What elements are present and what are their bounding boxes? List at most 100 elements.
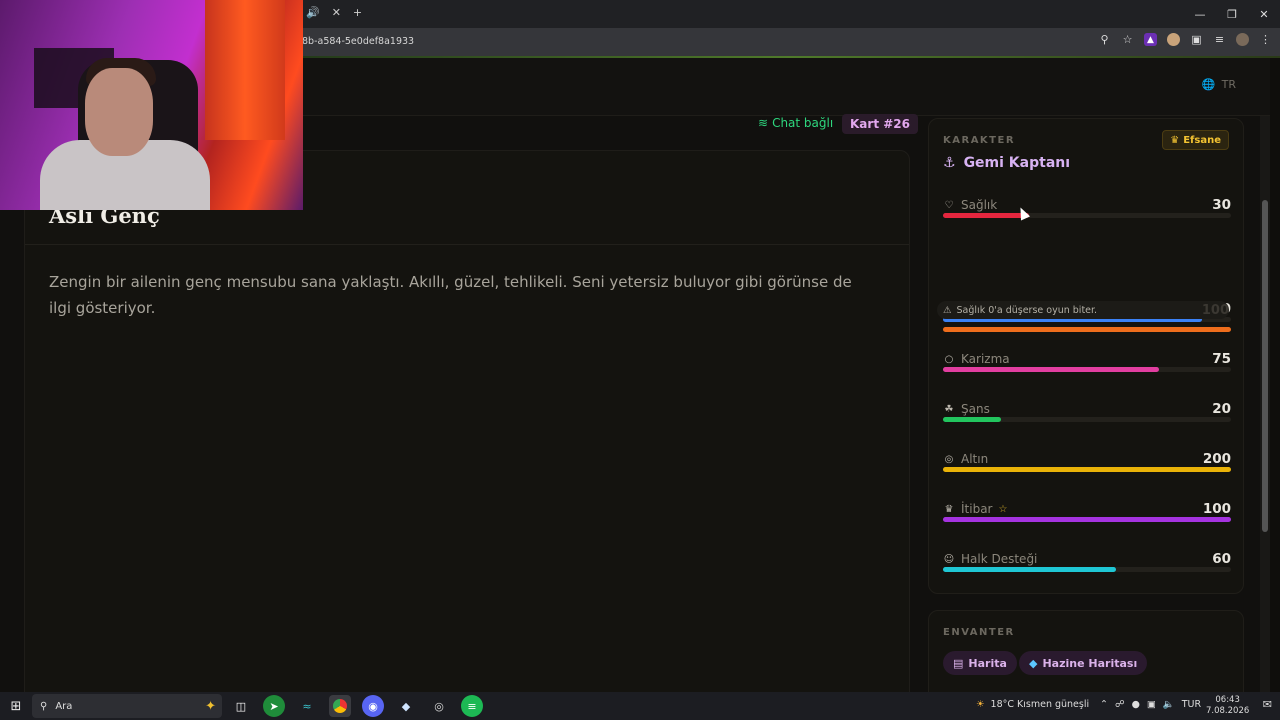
card-number-badge: Kart #26 (842, 114, 918, 134)
profile-avatar-icon[interactable] (1236, 33, 1249, 46)
chrome-icon[interactable] (329, 695, 351, 717)
hidden-stat-bar (943, 327, 1231, 332)
stat-bar-fill (943, 567, 1116, 572)
curtain (205, 0, 285, 140)
clock-date: 7.08.2026 (1206, 706, 1250, 716)
crown-icon: ♛ (944, 503, 954, 515)
anchor-icon: ⚓ (943, 155, 956, 171)
task-view-icon[interactable]: ◫ (230, 695, 252, 717)
stat-bar-fill (943, 367, 1159, 372)
stat-bar (943, 367, 1231, 372)
volume-icon[interactable]: 🔈 (1163, 699, 1175, 710)
stat-label: ☘ Şans (943, 402, 990, 416)
extensions-puzzle-icon[interactable]: ▣ (1190, 33, 1203, 46)
stat-bar-fill (943, 467, 1231, 472)
mic-icon[interactable]: ● (1132, 699, 1140, 710)
obs-icon[interactable]: ◎ (428, 695, 450, 717)
people-icon: ☺ (943, 553, 955, 565)
streamer-face (85, 68, 153, 156)
tier-label: Efsane (1183, 134, 1221, 146)
stat-value: 30 (1212, 197, 1231, 213)
chat-status: ≋ Chat bağlı (758, 116, 833, 130)
stat-label: ◎ Altın (943, 452, 989, 466)
tab-close-button[interactable]: ✕ (332, 6, 341, 19)
url-text[interactable]: 8b-a584-5e0def8a1933 (302, 36, 414, 47)
monitor-icon[interactable]: ▣ (1147, 699, 1156, 710)
tray-chevron-icon[interactable]: ⌃ (1100, 699, 1108, 710)
stat-bar (943, 517, 1231, 522)
character-section-label: KARAKTER (943, 135, 1016, 146)
character-name: ⚓ Gemi Kaptanı (943, 155, 1070, 171)
bookmark-star-icon[interactable]: ☆ (1121, 33, 1134, 46)
hidden-stat-value: 100 (1201, 303, 1229, 318)
stat-halk-desteği: ☺ Halk Desteği 60 (943, 551, 1231, 582)
language-switcher[interactable]: 🌐 TR (1202, 78, 1236, 91)
event-card: Aslı Genç Zengin bir ailenin genç mensub… (24, 150, 910, 710)
copilot-sparkle-icon[interactable]: ✦ (205, 699, 216, 714)
inventory-item-harita[interactable]: ▤ Harita (943, 651, 1017, 675)
stat-bar (943, 213, 1231, 218)
character-name-label: Gemi Kaptanı (963, 155, 1071, 171)
stat-value: 20 (1212, 401, 1231, 417)
stat-altın: ◎ Altın 200 (943, 451, 1231, 482)
inventory-item-label: Harita (968, 656, 1007, 670)
windows-taskbar: ⊞ ⚲ Ara ✦ ◫ ➤ ≈ ◉ ◆ ◎ ≡ ☀ 18°C Kısmen gü… (0, 692, 1280, 720)
stat-value: 75 (1212, 351, 1231, 367)
weather-widget[interactable]: ☀ 18°C Kısmen güneşli (976, 699, 1089, 710)
scrollbar[interactable] (1260, 116, 1270, 720)
close-icon[interactable]: ✕ (1248, 0, 1280, 28)
network-icon[interactable]: ☍ (1115, 699, 1125, 710)
taskbar-search[interactable]: ⚲ Ara ✦ (32, 694, 222, 718)
inventory-item-hazine-haritasi[interactable]: ◆ Hazine Haritası (1019, 651, 1148, 675)
speaker-icon[interactable]: 🔊 (306, 6, 320, 19)
menu-kebab-icon[interactable]: ⋮ (1259, 33, 1272, 46)
discord-icon[interactable]: ◉ (362, 695, 384, 717)
notification-icon[interactable]: ✉ (1263, 698, 1272, 711)
crown-icon: ♛ (1170, 134, 1180, 146)
tooltip-text: Sağlık 0'a düşerse oyun biter. (956, 304, 1098, 316)
stat-bar (943, 417, 1231, 422)
scrollbar-thumb[interactable] (1262, 200, 1268, 532)
chat-bubble-icon: ○ (944, 353, 954, 365)
tab-controls: 🔊 ✕ + (306, 6, 362, 19)
inventory-item-label: Hazine Haritası (1042, 656, 1138, 670)
search-placeholder: Ara (55, 700, 73, 712)
weather-label: 18°C Kısmen güneşli (990, 699, 1090, 710)
stat-label-text: Sağlık (961, 198, 998, 212)
windows-start-icon[interactable]: ⊞ (8, 698, 24, 714)
media-control-icon[interactable]: ≡ (1213, 33, 1226, 46)
spotify-icon[interactable]: ≡ (461, 695, 483, 717)
app-green-icon[interactable]: ➤ (263, 695, 285, 717)
stat-label-text: Karizma (961, 352, 1010, 366)
health-tooltip: ⚠ Sağlık 0'a düşerse oyun biter. (937, 301, 1229, 319)
stat-label-text: İtibar (961, 502, 993, 516)
inventory-section-label: ENVANTER (943, 627, 1015, 638)
map-icon: ▤ (953, 656, 964, 670)
stat-label-text: Halk Desteği (961, 552, 1038, 566)
input-language[interactable]: TUR (1182, 699, 1201, 710)
clock[interactable]: 06:43 7.08.2026 (1206, 695, 1249, 717)
restore-icon[interactable]: ❐ (1216, 0, 1248, 28)
cookie-extension-icon[interactable] (1167, 33, 1180, 46)
toolbar-icons: ⚲ ☆ ▲ ▣ ≡ ⋮ (1098, 33, 1272, 46)
stat-bar-fill (943, 417, 1001, 422)
webcam-overlay (0, 0, 303, 210)
stat-label: ☺ Halk Desteği (943, 552, 1038, 566)
clock-time: 06:43 (1215, 695, 1240, 705)
zoom-icon[interactable]: ⚲ (1098, 33, 1111, 46)
app-teal-icon[interactable]: ≈ (296, 695, 318, 717)
star-icon: ☆ (998, 503, 1008, 515)
stat-şans: ☘ Şans 20 (943, 401, 1231, 432)
stat-value: 60 (1212, 551, 1231, 567)
gem-icon: ◆ (1029, 656, 1038, 670)
extension-icon[interactable]: ▲ (1144, 33, 1157, 46)
weather-icon: ☀ (976, 699, 985, 710)
stat-bar (943, 567, 1231, 572)
new-tab-button[interactable]: + (353, 6, 362, 19)
system-tray: ⌃ ☍ ● ▣ 🔈 TUR (1100, 699, 1201, 710)
stat-label-text: Altın (961, 452, 989, 466)
steam-icon[interactable]: ◆ (395, 695, 417, 717)
tier-badge: ♛ Efsane (1162, 130, 1229, 150)
card-description: Zengin bir ailenin genç mensubu sana yak… (49, 273, 852, 317)
minimize-icon[interactable]: — (1184, 0, 1216, 28)
